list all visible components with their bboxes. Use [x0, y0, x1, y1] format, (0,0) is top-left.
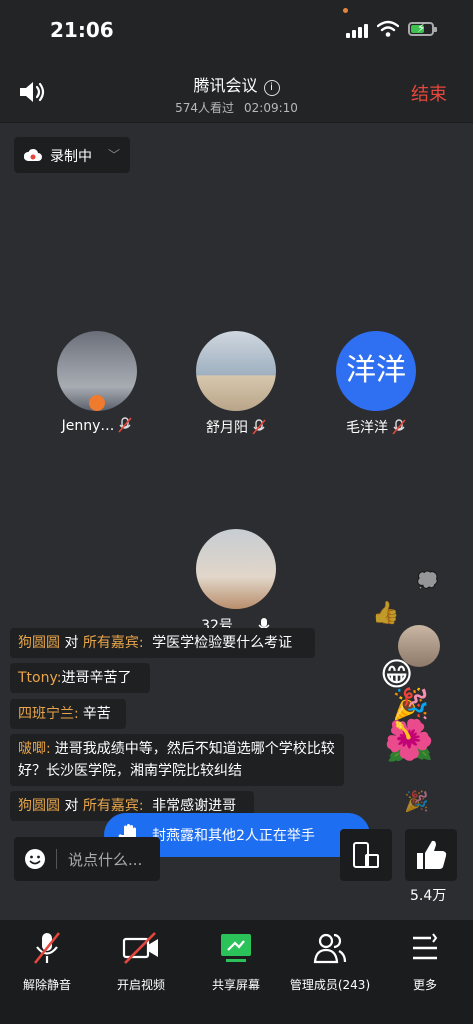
- reaction-flower-icon: 🌺: [384, 718, 434, 764]
- start-video-button[interactable]: 开启视频: [94, 930, 188, 993]
- start-video-label: 开启视频: [116, 978, 165, 992]
- meeting-duration: 02:09:10: [244, 101, 298, 115]
- info-icon[interactable]: i: [263, 80, 280, 96]
- like-count: 5.4万: [410, 888, 447, 904]
- participant-avatar: [196, 529, 276, 609]
- meeting-title[interactable]: 腾讯会议 i: [0, 72, 473, 96]
- unmute-button[interactable]: 解除静音: [0, 930, 94, 993]
- status-time: 21:06: [50, 18, 114, 42]
- chat-message: 四班宁兰: 辛苦: [10, 699, 126, 729]
- recording-dot-indicator: [343, 8, 348, 13]
- share-screen-icon: [221, 934, 251, 962]
- smile-icon[interactable]: [24, 848, 46, 870]
- status-bar: 21:06 ⚡: [0, 0, 473, 60]
- chat-recipient: 所有嘉宾:: [82, 798, 144, 814]
- participant-name: 舒月阳: [206, 420, 248, 436]
- mic-muted-icon: [392, 419, 406, 435]
- rotate-screen-button[interactable]: [340, 829, 392, 881]
- chat-input-placeholder: 说点什么...: [68, 851, 143, 869]
- battery-icon: ⚡: [408, 21, 434, 36]
- reaction-thumbs-icon: 👍: [372, 601, 400, 626]
- chat-input-box[interactable]: 说点什么...: [14, 837, 160, 881]
- chat-to-label: 对: [64, 635, 79, 651]
- participant-tile[interactable]: Jenny…: [37, 331, 157, 434]
- meeting-stage: 录制中 ﹀ Jenny… 舒月阳 洋洋 毛洋洋 32号… 狗圆圆 对 所有嘉宾:…: [0, 123, 473, 920]
- chat-recipient: 所有嘉宾:: [82, 635, 144, 651]
- chat-sender: 狗圆圆: [18, 635, 60, 651]
- chat-message: 啵唧: 进哥我成绩中等，然后不知道选哪个学校比较好？长沙医学院，湘南学院比较纠结: [10, 734, 344, 786]
- participant-tile[interactable]: 舒月阳: [176, 331, 296, 437]
- meeting-meta: 574人看过 02:09:10: [0, 99, 473, 116]
- manage-members-button[interactable]: 管理成员(243): [283, 930, 377, 993]
- mic-muted-icon: [33, 932, 61, 964]
- participant-avatar: [196, 331, 276, 411]
- participant-tile[interactable]: 洋洋 毛洋洋: [316, 331, 436, 437]
- unmute-label: 解除静音: [22, 978, 71, 992]
- manage-members-label: 管理成员(243): [289, 978, 371, 992]
- bottom-toolbar: 解除静音 开启视频 共享屏幕 管理成员(243) 更多: [0, 920, 473, 1024]
- recording-label: 录制中: [50, 149, 92, 165]
- participant-name-row: Jenny…: [37, 417, 157, 434]
- chat-sender: Ttony:: [18, 670, 62, 686]
- share-screen-button[interactable]: 共享屏幕: [189, 930, 283, 993]
- members-icon: [313, 933, 347, 964]
- input-divider: [56, 849, 57, 869]
- chat-sender: 四班宁兰:: [18, 706, 79, 722]
- recording-status-chip[interactable]: 录制中 ﹀: [14, 137, 130, 173]
- chat-message: 狗圆圆 对 所有嘉宾: 学医学检验要什么考证: [10, 628, 315, 658]
- chat-text: 非常感谢进哥: [152, 798, 237, 814]
- end-meeting-button[interactable]: 结束: [411, 80, 447, 106]
- meeting-title-text: 腾讯会议: [193, 76, 258, 95]
- chat-to-label: 对: [64, 798, 79, 814]
- more-button[interactable]: 更多: [378, 930, 472, 993]
- more-label: 更多: [412, 978, 437, 992]
- cloud-icon: [24, 148, 42, 161]
- phone-rotate-icon: [353, 842, 379, 868]
- camera-off-icon: [122, 932, 158, 964]
- participant-name: Jenny…: [61, 418, 115, 434]
- reaction-cloud-icon: 💭: [416, 571, 439, 592]
- chat-sender: 狗圆圆: [18, 798, 60, 814]
- chat-message: Ttony:进哥辛苦了: [10, 663, 150, 693]
- participant-name-row: 舒月阳: [176, 417, 296, 437]
- share-screen-label: 共享屏幕: [211, 978, 260, 992]
- participant-name: 毛洋洋: [346, 420, 388, 436]
- chat-text: 进哥辛苦了: [61, 670, 132, 686]
- chat-text: 进哥我成绩中等，然后不知道选哪个学校比较好？长沙医学院，湘南学院比较纠结: [18, 741, 335, 779]
- more-icon: [413, 933, 438, 960]
- viewer-count: 574人看过: [175, 101, 234, 115]
- participant-avatar: [57, 331, 137, 411]
- mic-muted-icon: [118, 417, 132, 433]
- reaction-party-small-icon: 🎉: [404, 789, 429, 813]
- meeting-header: 腾讯会议 i 574人看过 02:09:10 结束: [0, 60, 473, 123]
- wifi-icon: [377, 20, 399, 37]
- chat-text: 辛苦: [82, 706, 111, 722]
- chevron-down-icon: ﹀: [108, 148, 121, 162]
- like-button[interactable]: [405, 829, 457, 881]
- mic-muted-icon: [252, 419, 266, 435]
- chat-text: 学医学检验要什么考证: [152, 635, 293, 651]
- battery-cap: [434, 27, 437, 32]
- cellular-signal-icon: [346, 24, 372, 38]
- participant-name-row: 毛洋洋: [316, 417, 436, 437]
- host-badge-icon: [89, 395, 105, 411]
- raise-hand-text: 封燕露和其他2人正在举手: [152, 828, 315, 844]
- participant-avatar: 洋洋: [336, 331, 416, 411]
- participant-tile[interactable]: 32号…: [176, 529, 296, 635]
- thumbs-up-icon: [417, 840, 447, 869]
- chat-sender: 啵唧:: [18, 741, 51, 757]
